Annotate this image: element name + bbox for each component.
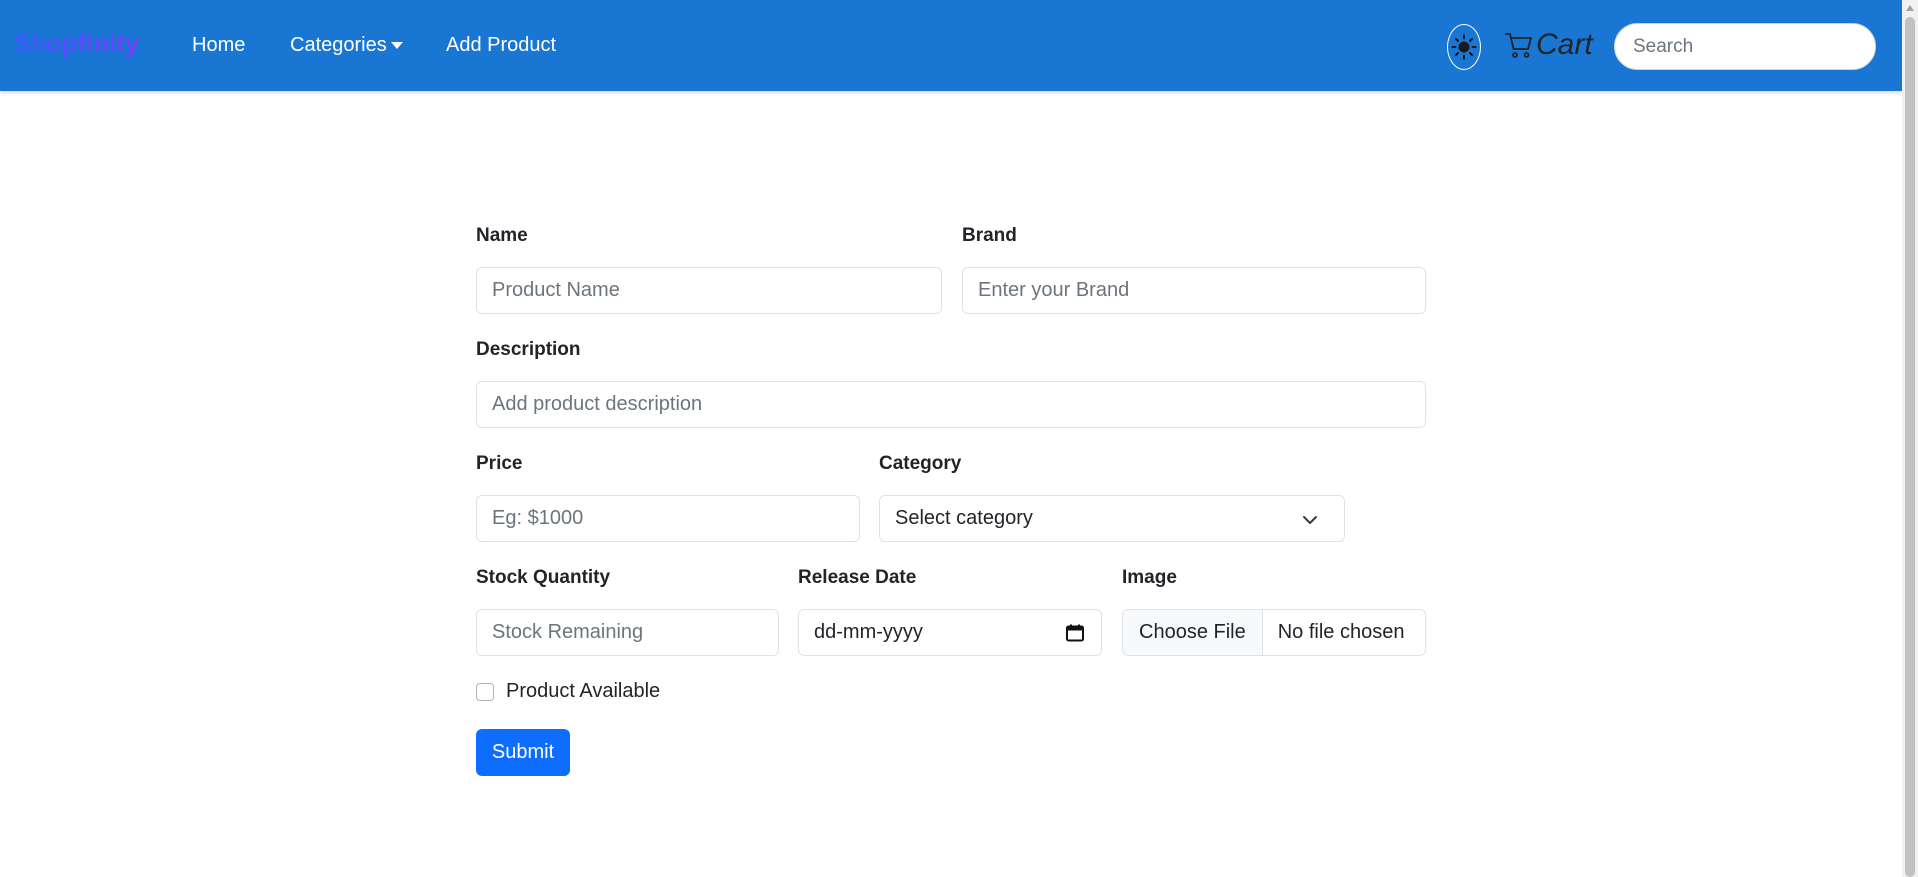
chevron-down-icon (1303, 516, 1317, 524)
price-input[interactable] (476, 495, 860, 542)
description-input[interactable] (476, 381, 1426, 428)
brand-label: Brand (962, 225, 1017, 246)
name-label: Name (476, 225, 528, 246)
nav-link-home[interactable]: Home (192, 34, 245, 57)
search-input[interactable] (1614, 23, 1876, 70)
category-select-value: Select category (895, 507, 1033, 529)
file-status-text: No file chosen (1277, 621, 1405, 643)
nav-link-add-product[interactable]: Add Product (446, 34, 556, 57)
scroll-thumb[interactable] (1905, 17, 1915, 877)
submit-button[interactable]: Submit (476, 729, 570, 776)
theme-toggle-button[interactable] (1447, 24, 1481, 70)
release-date-input[interactable]: dd-mm-yyyy (798, 609, 1102, 656)
product-available-row: Product Available (476, 680, 660, 703)
calendar-icon[interactable] (1065, 623, 1085, 643)
stock-quantity-input[interactable] (476, 609, 779, 656)
brand-logo[interactable]: Shopfinity (14, 30, 139, 59)
cart-label: Cart (1536, 28, 1593, 61)
scroll-up-arrow-icon[interactable] (1906, 5, 1914, 11)
release-date-label: Release Date (798, 567, 917, 588)
navbar: Shopfinity Home Categories Add Product C… (0, 0, 1902, 91)
description-label: Description (476, 339, 581, 360)
cart-icon (1505, 33, 1532, 58)
price-label: Price (476, 453, 523, 474)
image-file-input[interactable]: Choose File No file chosen (1122, 609, 1426, 656)
brand-input[interactable] (962, 267, 1426, 314)
vertical-scrollbar[interactable] (1902, 0, 1918, 877)
category-label: Category (879, 453, 962, 474)
product-available-checkbox[interactable] (476, 682, 494, 701)
category-select[interactable]: Select category (879, 495, 1345, 542)
stock-quantity-label: Stock Quantity (476, 567, 611, 588)
nav-link-categories-label: Categories (290, 34, 387, 56)
image-label: Image (1122, 567, 1177, 588)
product-name-input[interactable] (476, 267, 942, 314)
sun-icon (1451, 34, 1477, 60)
product-available-label[interactable]: Product Available (506, 680, 660, 703)
release-date-value: dd-mm-yyyy (814, 621, 923, 643)
choose-file-button[interactable]: Choose File (1123, 610, 1263, 655)
caret-down-icon (390, 42, 403, 50)
nav-link-categories[interactable]: Categories (290, 34, 403, 57)
cart-link[interactable]: Cart (1504, 28, 1593, 62)
